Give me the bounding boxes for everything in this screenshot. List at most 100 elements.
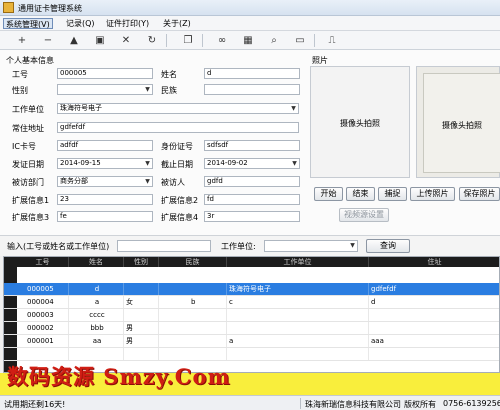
ext4-field[interactable]: 3r (204, 211, 300, 222)
ethnicity-field[interactable] (204, 84, 300, 95)
menu-print[interactable]: 证件打印(Y) (104, 18, 151, 29)
watermark-text: 数码资源 Smzy.Com (7, 364, 231, 389)
toolbar-separator (166, 34, 167, 47)
binoculars-icon[interactable]: ∞ (214, 33, 230, 48)
table-row[interactable]: 000001 aa 男 a aaa (4, 335, 499, 348)
expire-date-value: 2014-09-02 (207, 159, 248, 167)
address-field[interactable]: gdfefdf (57, 122, 299, 133)
ext1-label: 扩展信息1 (12, 196, 50, 205)
cell-id: 000005 (17, 283, 69, 295)
print-icon[interactable]: ▭ (292, 33, 308, 48)
column-header-company[interactable]: 工作单位 (227, 257, 369, 267)
camera-preview: 摄像头拍照 (310, 66, 410, 178)
cell-ethnicity (159, 335, 227, 347)
cell-gender (124, 309, 159, 321)
cell-ethnicity (159, 322, 227, 334)
start-button[interactable]: 开始 (314, 187, 343, 201)
status-separator (300, 398, 301, 409)
ext4-label: 扩展信息4 (161, 213, 199, 222)
cell-id: 000002 (17, 322, 69, 334)
chevron-down-icon[interactable]: ▼ (143, 177, 152, 186)
cell-gender (124, 283, 159, 295)
issue-date-picker[interactable]: 2014-09-15 ▼ (57, 158, 153, 169)
menu-bar: 系统管理(V) 记录(Q) 证件打印(Y) 关于(Z) (0, 16, 500, 31)
column-header-address[interactable]: 住址 (369, 257, 499, 267)
gender-label: 性别 (12, 86, 28, 95)
camera-text-right: 摄像头拍照 (442, 121, 482, 130)
company-label: 工作单位 (12, 105, 44, 114)
chevron-down-icon[interactable]: ▼ (289, 104, 298, 113)
dept-select[interactable]: 商务分部 ▼ (57, 176, 153, 187)
remove-icon[interactable]: − (40, 33, 56, 48)
chevron-down-icon[interactable]: ▼ (143, 159, 152, 168)
column-header-id[interactable]: 工号 (17, 257, 69, 267)
table-row[interactable] (4, 348, 499, 361)
ext2-field[interactable]: fd (204, 194, 300, 205)
company-status: 珠海新瑞信息科技有限公司 (305, 400, 401, 409)
save-photo-button[interactable]: 保存照片 (459, 187, 500, 201)
cell-ethnicity: b (159, 296, 227, 308)
delete-icon[interactable]: ✕ (118, 33, 134, 48)
gender-select[interactable]: ▼ (57, 84, 153, 95)
column-header-gender[interactable]: 性别 (124, 257, 159, 267)
cell-address (369, 348, 499, 360)
cell-company: c (227, 296, 369, 308)
chevron-down-icon[interactable]: ▼ (348, 241, 357, 250)
table-row[interactable]: 000003 cccc (4, 309, 499, 322)
cell-company (227, 348, 369, 360)
grid-icon[interactable]: ▦ (240, 33, 256, 48)
ic-field[interactable]: adfdf (57, 140, 153, 151)
tool-icon[interactable]: ⎍ (324, 33, 340, 48)
table-row[interactable]: 000004 a 女 b c d (4, 296, 499, 309)
ext3-field[interactable]: fe (57, 211, 153, 222)
column-header-name[interactable]: 姓名 (69, 257, 124, 267)
menu-about[interactable]: 关于(Z) (161, 18, 193, 29)
ext1-field[interactable]: 23 (57, 194, 153, 205)
search-label: 输入(工号或姓名或工作单位) (7, 242, 110, 251)
visitor-field[interactable]: gdfd (204, 176, 300, 187)
name-label: 姓名 (161, 70, 177, 79)
upload-photo-button[interactable]: 上传照片 (410, 187, 455, 201)
video-settings-button[interactable]: 视频源设置 (339, 208, 389, 222)
cell-ethnicity (159, 348, 227, 360)
add-icon[interactable]: + (14, 33, 30, 48)
magnifier-icon[interactable]: ⌕ (266, 33, 282, 48)
photo-title: 照片 (312, 56, 328, 65)
up-icon[interactable]: ▲ (66, 33, 82, 48)
expire-date-picker[interactable]: 2014-09-02 ▼ (204, 158, 300, 169)
cell-id: 000003 (17, 309, 69, 321)
chevron-down-icon[interactable]: ▼ (143, 85, 152, 94)
id-field[interactable]: 000005 (57, 68, 153, 79)
name-field[interactable]: d (204, 68, 300, 79)
phone-status: 0756-6139256 (443, 399, 500, 408)
copy-icon[interactable]: ❐ (180, 33, 196, 48)
search-input[interactable] (117, 240, 211, 252)
menu-records[interactable]: 记录(Q) (64, 18, 97, 29)
company-filter-select[interactable]: ▼ (264, 240, 358, 252)
table-row[interactable]: 000002 bbb 男 (4, 322, 499, 335)
cell-gender: 女 (124, 296, 159, 308)
column-header-ethnicity[interactable]: 民族 (159, 257, 227, 267)
refresh-icon[interactable]: ↻ (144, 33, 160, 48)
query-button[interactable]: 查询 (366, 239, 410, 253)
stop-button[interactable]: 结束 (346, 187, 375, 201)
idcard-field[interactable]: sdfsdf (204, 140, 300, 151)
cell-address (369, 309, 499, 321)
cell-ethnicity (159, 309, 227, 321)
cell-name: cccc (69, 309, 124, 321)
save-icon[interactable]: ▣ (92, 33, 108, 48)
chevron-down-icon[interactable]: ▼ (290, 159, 299, 168)
company-select[interactable]: 珠海符号电子 ▼ (57, 103, 299, 114)
cell-company: a (227, 335, 369, 347)
toolbar: + − ▲ ▣ ✕ ↻ ❐ ∞ ▦ ⌕ ▭ ⎍ (0, 31, 500, 50)
capture-button[interactable]: 捕捉 (378, 187, 407, 201)
status-bar: 试用期还剩16天! 珠海新瑞信息科技有限公司 版权所有 0756-6139256 (0, 395, 500, 410)
cell-address: d (369, 296, 499, 308)
cell-id (17, 348, 69, 360)
cell-gender (124, 348, 159, 360)
menu-system[interactable]: 系统管理(V) (3, 18, 53, 29)
cell-name: a (69, 296, 124, 308)
cell-address: aaa (369, 335, 499, 347)
company-value: 珠海符号电子 (60, 104, 102, 112)
table-row[interactable]: 000005 d 珠海符号电子 gdfefdf (4, 283, 499, 296)
